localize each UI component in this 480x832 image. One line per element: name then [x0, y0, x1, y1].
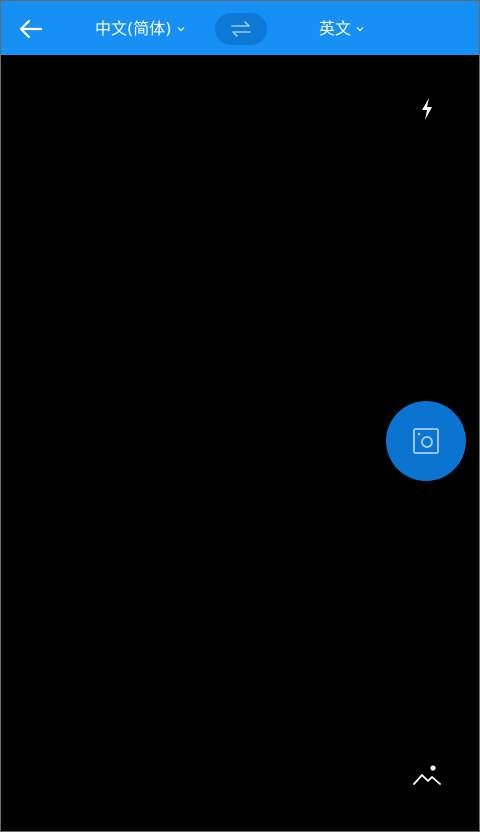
swap-languages-button[interactable] — [215, 13, 267, 45]
camera-icon — [413, 428, 439, 454]
swap-arrows-icon — [231, 21, 251, 37]
chevron-down-icon — [177, 27, 184, 32]
target-language-selector[interactable]: 英文 — [319, 17, 365, 41]
chevron-down-icon — [356, 27, 364, 32]
image-gallery-icon — [413, 765, 441, 785]
source-language-selector[interactable]: 中文(简体) — [95, 17, 186, 41]
gallery-button[interactable] — [411, 761, 443, 789]
camera-translate-screen: 中文(简体) 英文 — [0, 0, 480, 832]
arrow-left-icon — [19, 19, 43, 39]
target-language-label: 英文 — [319, 19, 352, 38]
flash-button[interactable] — [415, 95, 439, 123]
back-button[interactable] — [15, 13, 47, 45]
source-language-label: 中文(简体) — [95, 19, 172, 38]
shutter-button[interactable] — [386, 401, 466, 481]
top-bar: 中文(简体) 英文 — [1, 1, 479, 55]
flash-icon — [422, 98, 432, 120]
